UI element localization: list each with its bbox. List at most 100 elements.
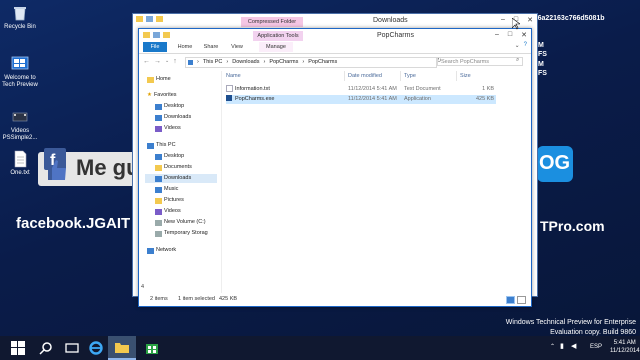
column-header-date[interactable]: Date modified (345, 71, 401, 81)
nav-pc-videos[interactable]: Videos (155, 207, 181, 216)
file-row[interactable]: Information.txt 11/12/2014 5:41 AM Text … (226, 85, 496, 94)
nav-pc-documents[interactable]: Documents (155, 163, 192, 172)
help-icon[interactable]: ? (524, 42, 527, 49)
compressed-folder-tools-tab[interactable]: Compressed Folder Tools (241, 17, 303, 35)
like-banner: f Me gu (38, 148, 140, 186)
file-size: 1 KB (482, 86, 494, 92)
nav-this-pc-label: This PC (156, 142, 176, 148)
back-arrow-icon[interactable]: ← (143, 58, 150, 65)
file-explorer-button[interactable] (108, 336, 136, 360)
nav-home[interactable]: Home (147, 75, 171, 84)
forward-arrow-icon[interactable]: → (154, 58, 161, 65)
breadcrumb-popcharms[interactable]: PopCharms (269, 58, 298, 67)
popcharms-window[interactable]: Application Tools PopCharms – □ ✕ File H… (138, 28, 532, 307)
new-folder-icon[interactable] (163, 32, 170, 38)
internet-explorer-button[interactable] (82, 336, 110, 360)
tab-manage[interactable]: Manage (259, 42, 293, 52)
status-item-count: 2 items (150, 296, 168, 302)
folder-icon (115, 343, 129, 353)
nav-label: Desktop (164, 103, 185, 109)
nav-label: Desktop (164, 153, 185, 159)
folder-icon (136, 16, 143, 22)
details-view-icon[interactable] (506, 296, 515, 304)
welcome-shortcut[interactable]: Welcome to Tech Preview (0, 55, 40, 89)
nav-label: Music (164, 186, 179, 192)
tab-view[interactable]: View (225, 42, 249, 52)
breadcrumb-downloads[interactable]: Downloads (232, 58, 259, 67)
music-icon (155, 186, 162, 193)
properties-icon[interactable] (146, 16, 153, 22)
blog-badge: OG (537, 146, 573, 182)
nav-this-pc[interactable]: This PC (147, 141, 176, 150)
nav-label: Downloads (164, 114, 192, 120)
language-indicator[interactable]: ESP (590, 344, 602, 350)
welcome-label: Welcome to Tech Preview (2, 75, 38, 88)
new-folder-icon[interactable] (156, 16, 163, 22)
close-button[interactable]: ✕ (527, 16, 533, 24)
column-header-name[interactable]: Name (223, 71, 345, 81)
start-button[interactable] (4, 336, 32, 360)
nav-label: Documents (164, 164, 192, 170)
file-row-selected[interactable]: PopCharms.exe 11/12/2014 5:41 AM Applica… (226, 95, 496, 104)
chevron-down-icon[interactable]: ⌄ (515, 42, 520, 49)
search-input[interactable]: Search PopCharms (437, 57, 523, 66)
videos-shortcut[interactable]: Videos PSSimple2... (0, 108, 42, 142)
nav-favorites-label: Favorites (153, 92, 177, 98)
large-icons-view-icon[interactable] (517, 296, 526, 304)
properties-icon[interactable] (153, 32, 160, 38)
tab-home[interactable]: Home (173, 42, 197, 52)
minimize-button[interactable]: – (495, 31, 499, 39)
clock[interactable]: 5:41 AM 11/12/2014 (610, 339, 640, 355)
column-header-size[interactable]: Size (457, 71, 497, 81)
downloads-icon (155, 114, 162, 121)
watermark: Windows Technical Preview for Enterprise… (506, 319, 636, 336)
nav-pc-music[interactable]: Music (155, 185, 178, 194)
nav-pc-pictures[interactable]: Pictures (155, 196, 184, 205)
file-list: Name Date modified Type Size Information… (223, 71, 523, 293)
desktop-icon (155, 103, 162, 110)
up-arrow-icon[interactable]: ↑ (173, 58, 177, 65)
file-date: 11/12/2014 5:41 AM (348, 86, 397, 92)
search-button[interactable] (32, 336, 60, 360)
quick-access-toolbar (136, 16, 163, 22)
nav-fav-videos[interactable]: Videos (155, 124, 181, 133)
nav-network[interactable]: Network (147, 246, 176, 255)
nav-fav-desktop[interactable]: Desktop (155, 102, 184, 111)
tab-share[interactable]: Share (199, 42, 223, 52)
minimize-button[interactable]: – (501, 16, 505, 24)
close-button[interactable]: ✕ (521, 31, 527, 39)
navigation-pane: Home ★ Favorites Desktop Downloads Videos… (139, 71, 222, 293)
address-bar[interactable]: › This PC › Downloads › PopCharms › PopC… (185, 57, 437, 68)
nav-favorites[interactable]: ★ Favorites (147, 91, 177, 100)
facebook-text: facebook.JGAIT (16, 215, 131, 232)
search-icon: ⌕ (516, 57, 520, 63)
welcome-icon (11, 55, 29, 73)
application-tools-tab[interactable]: Application Tools (253, 31, 303, 41)
column-header-type[interactable]: Type (401, 71, 457, 81)
store-button[interactable] (138, 336, 166, 360)
title-bar[interactable]: Application Tools PopCharms – □ ✕ (139, 29, 531, 41)
nav-label: Videos (164, 208, 181, 214)
one-txt-shortcut[interactable]: One.txt (0, 150, 40, 177)
breadcrumb-this-pc[interactable]: This PC (203, 58, 223, 67)
volume-icon[interactable]: ◀ (571, 342, 576, 350)
tab-file[interactable]: File (143, 42, 167, 52)
nav-pc-downloads[interactable]: Downloads (145, 174, 217, 183)
file-name: Information.txt (235, 86, 270, 92)
nav-fav-downloads[interactable]: Downloads (155, 113, 191, 122)
maximize-button[interactable]: □ (508, 31, 512, 39)
chevron-down-icon[interactable]: ⌄ (165, 58, 169, 65)
nav-pc-desktop[interactable]: Desktop (155, 152, 184, 161)
recycle-bin-shortcut[interactable]: Recycle Bin (0, 4, 40, 31)
breadcrumb-popcharms-inner[interactable]: PopCharms (308, 58, 337, 67)
ribbon-controls: ⌄ ? (515, 42, 527, 49)
status-selected: 1 item selected (178, 296, 215, 302)
navigation-bar: ← → ⌄ ↑ › This PC › Downloads › PopCharm… (139, 55, 531, 69)
one-txt-label: One.txt (10, 170, 30, 176)
nav-pc-temporary-storage[interactable]: Temporary Storag (155, 229, 208, 238)
nav-label: New Volume (C:) (164, 219, 206, 225)
tray-up-arrow-icon[interactable]: ⌃ (550, 343, 555, 350)
network-tray-icon[interactable]: ▮ (560, 342, 564, 350)
watermark-line2: Evaluation copy. Build 9860 (550, 329, 636, 336)
nav-pc-volume-c[interactable]: New Volume (C:) (155, 218, 206, 227)
